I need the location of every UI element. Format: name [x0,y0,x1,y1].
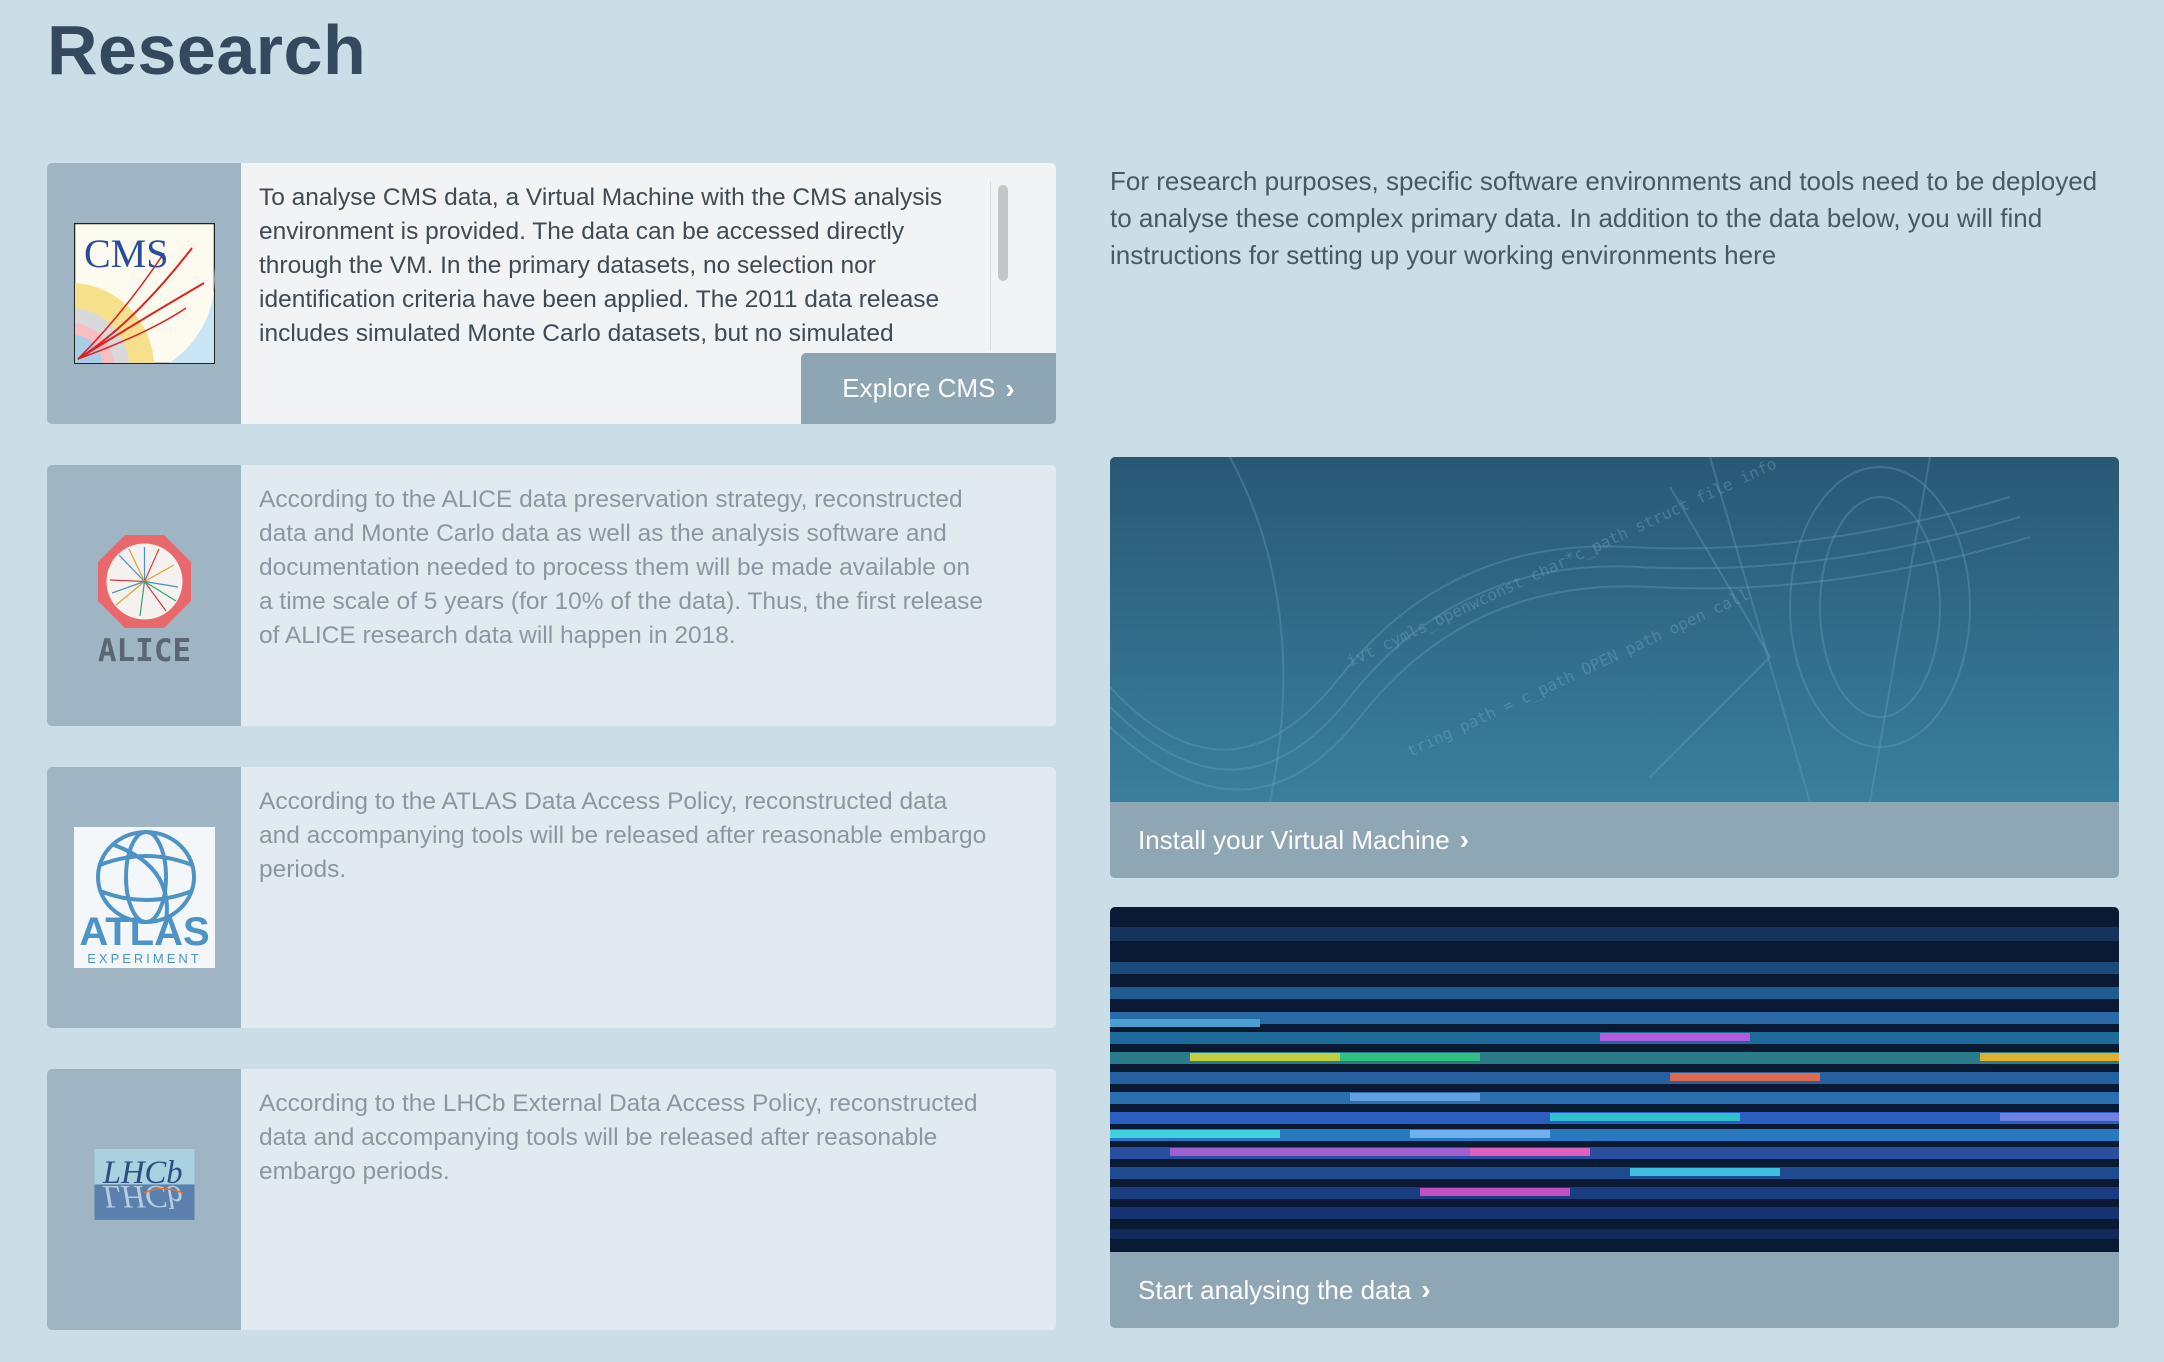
explore-cms-button[interactable]: Explore CMS › [801,353,1056,424]
svg-text:ALICE: ALICE [98,633,191,666]
cms-logo[interactable]: CMS [74,223,215,364]
install-vm-label: Install your Virtual Machine [1138,824,1450,855]
experiment-card-atlas[interactable]: ATLAS EXPERIMENT According to the ATLAS … [47,767,1056,1028]
logo-column: CMS [47,163,241,424]
experiment-description: According to the ALICE data preservation… [259,486,984,649]
logo-column: ALICE [47,465,241,726]
scrollbar-thumb[interactable] [998,185,1008,281]
chevron-right-icon: › [1421,1274,1431,1305]
page-title: Research [47,11,367,89]
experiment-card-cms: CMS To analyse CMS data, a Virtual Machi… [47,163,1056,424]
experiment-card-alice[interactable]: ALICE According to the ALICE data preser… [47,465,1056,726]
logo-column: LHCb LHCb [47,1069,241,1330]
svg-text:EXPERIMENT: EXPERIMENT [87,951,202,966]
alice-logo[interactable]: ALICE [74,525,215,666]
feature-bar[interactable]: Install your Virtual Machine › [1110,802,2119,878]
lhcb-logo[interactable]: LHCb LHCb [74,1149,215,1249]
experiment-card-lhcb[interactable]: LHCb LHCb According to the LHCb External… [47,1069,1056,1330]
start-analysing-card[interactable]: Start analysing the data › [1110,907,2119,1328]
experiment-description: To analyse CMS data, a Virtual Machine w… [259,184,943,347]
start-analysing-label: Start analysing the data [1138,1274,1412,1305]
explore-button-label: Explore CMS [842,373,996,403]
feature-bar[interactable]: Start analysing the data › [1110,1252,2119,1328]
chevron-right-icon: › [1005,372,1015,404]
experiment-description: According to the LHCb External Data Acce… [259,1090,978,1185]
svg-text:CMS: CMS [84,231,169,276]
lhcb-reflection: LHCb [102,1178,183,1214]
install-vm-card[interactable]: ivt cymls_openwconst char*c_path struct … [1110,457,2119,878]
intro-text: For research purposes, specific software… [1110,166,2098,270]
description-scrollbar[interactable] [990,181,1013,351]
code-background-image: ivt cymls_openwconst char*c_path struct … [1110,457,2119,802]
svg-text:ATLAS: ATLAS [79,910,209,954]
data-stripes-image [1110,907,2119,1252]
logo-column: ATLAS EXPERIMENT [47,767,241,1028]
chevron-right-icon: › [1459,824,1469,855]
atlas-logo[interactable]: ATLAS EXPERIMENT [74,827,215,968]
experiment-description: According to the ATLAS Data Access Polic… [259,788,987,883]
